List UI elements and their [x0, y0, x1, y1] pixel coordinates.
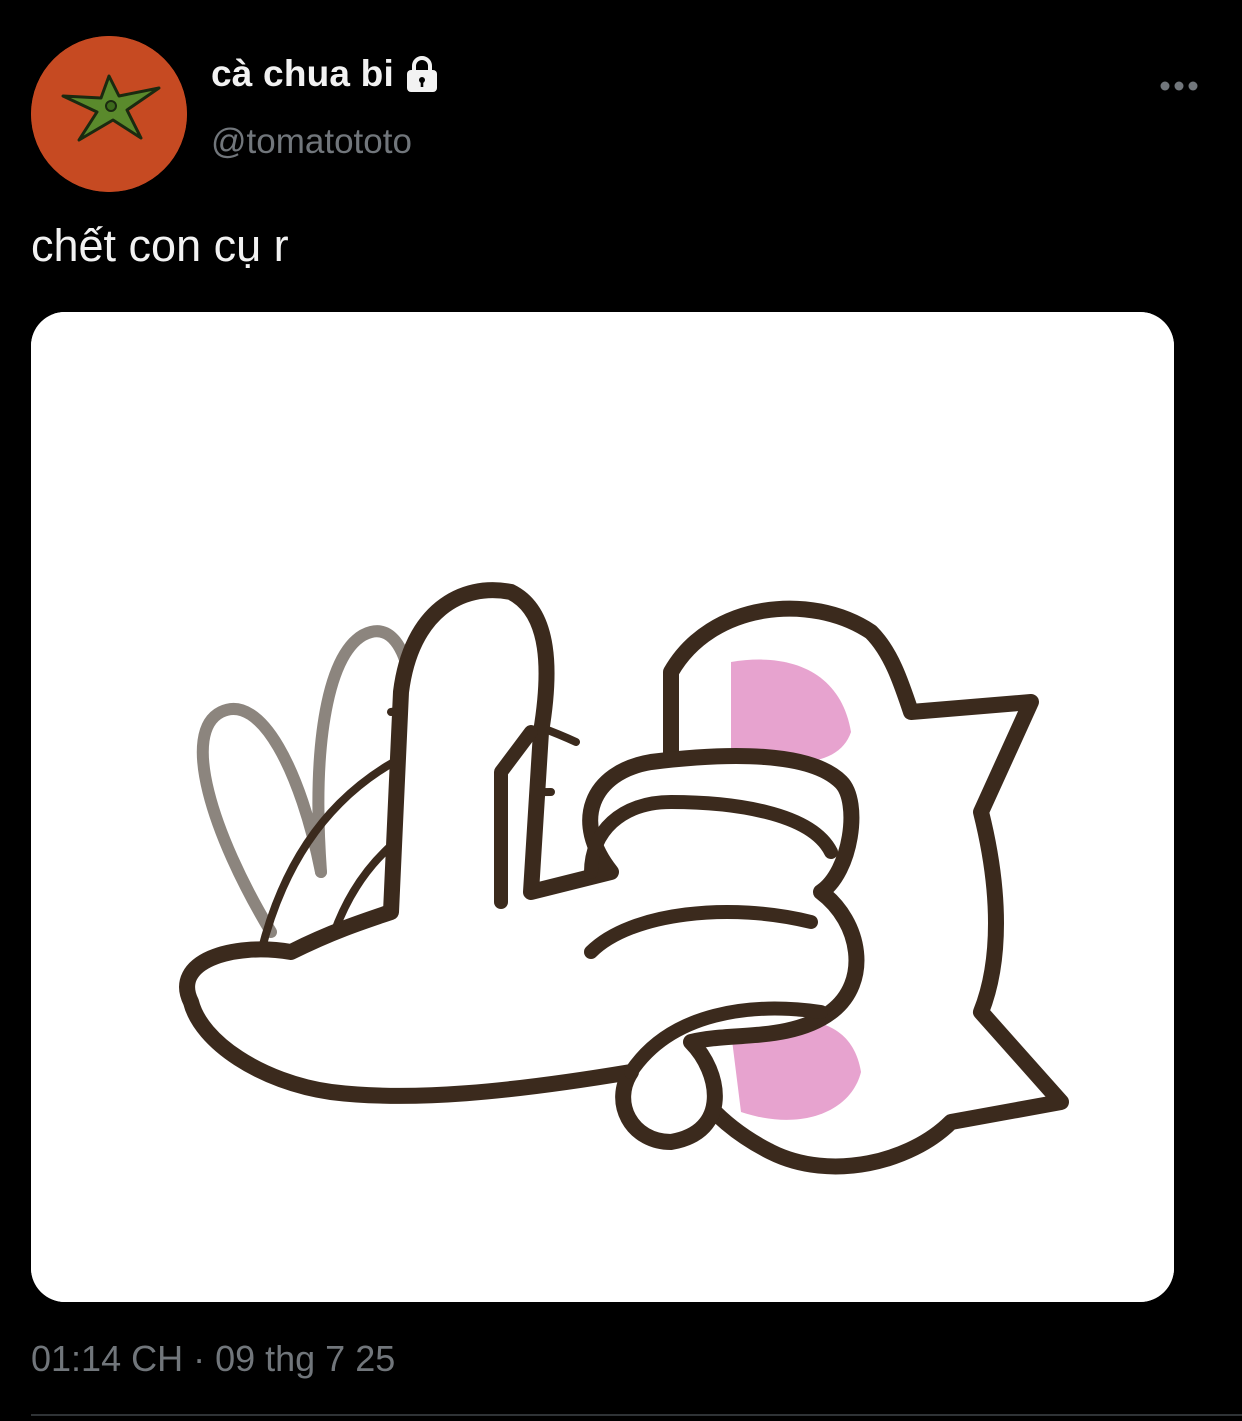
- ellipsis-icon: [1160, 81, 1198, 91]
- timestamp-separator: ·: [193, 1338, 206, 1379]
- author-display-name[interactable]: cà chua bi: [211, 53, 394, 95]
- tweet-time: 01:14 CH: [31, 1338, 184, 1379]
- tweet-text: chết con cụ r: [31, 220, 289, 271]
- tweet-card: cà chua bi @tomatototo chết con cụ r 01:…: [0, 0, 1242, 1421]
- tomato-avatar-icon: [31, 36, 187, 192]
- tweet-media-image[interactable]: [31, 312, 1174, 1302]
- tweet-timestamp[interactable]: 01:14 CH · 09 thg 7 25: [31, 1338, 395, 1380]
- lock-icon: [402, 54, 442, 94]
- cat-hug-sticker-icon: [31, 312, 1174, 1302]
- author-name-row: cà chua bi: [211, 53, 442, 95]
- author-handle[interactable]: @tomatototo: [211, 122, 412, 162]
- more-options-button[interactable]: [1154, 66, 1204, 106]
- author-avatar[interactable]: [31, 36, 187, 192]
- divider: [31, 1414, 1242, 1416]
- tweet-date: 09 thg 7 25: [215, 1338, 396, 1379]
